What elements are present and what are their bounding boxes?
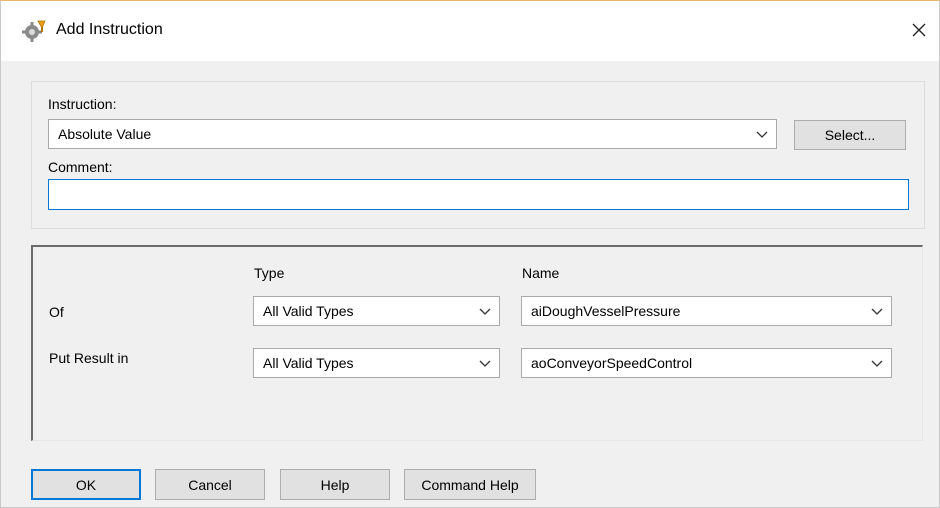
parameters-group: Type Name Of All Valid Types aiDoughVess…: [31, 245, 923, 441]
chevron-down-icon: [754, 126, 770, 142]
param-type-value: All Valid Types: [263, 303, 354, 319]
param-row-label: Put Result in: [49, 350, 129, 366]
instruction-dropdown-value: Absolute Value: [58, 126, 152, 142]
title-bar: Add Instruction: [1, 1, 939, 61]
param-type-dropdown[interactable]: All Valid Types: [253, 296, 500, 326]
dialog-title: Add Instruction: [56, 21, 163, 38]
cancel-button[interactable]: Cancel: [155, 469, 265, 500]
ok-button[interactable]: OK: [31, 469, 141, 500]
param-row-label: Of: [49, 304, 64, 320]
param-type-value: All Valid Types: [263, 355, 354, 371]
instruction-gear-icon: [21, 19, 47, 43]
type-column-header: Type: [254, 265, 285, 281]
instruction-dropdown[interactable]: Absolute Value: [48, 119, 777, 149]
name-column-header: Name: [522, 265, 560, 281]
add-instruction-dialog: Add Instruction Instruction: Absolute Va…: [0, 0, 940, 508]
param-type-dropdown[interactable]: All Valid Types: [253, 348, 500, 378]
param-name-dropdown[interactable]: aiDoughVesselPressure: [521, 296, 892, 326]
instruction-label: Instruction:: [48, 96, 117, 112]
close-icon: [911, 22, 927, 41]
command-help-button[interactable]: Command Help: [404, 469, 536, 500]
param-name-value: aiDoughVesselPressure: [531, 303, 681, 319]
param-name-value: aoConveyorSpeedControl: [531, 355, 693, 371]
comment-field[interactable]: [48, 179, 909, 210]
instruction-group: Instruction: Absolute Value Select... Co…: [31, 81, 925, 229]
chevron-down-icon: [869, 303, 885, 319]
close-button[interactable]: [899, 13, 939, 49]
chevron-down-icon: [477, 303, 493, 319]
comment-label: Comment:: [48, 159, 113, 175]
help-button[interactable]: Help: [280, 469, 390, 500]
chevron-down-icon: [869, 355, 885, 371]
param-name-dropdown[interactable]: aoConveyorSpeedControl: [521, 348, 892, 378]
chevron-down-icon: [477, 355, 493, 371]
select-button[interactable]: Select...: [794, 120, 906, 150]
